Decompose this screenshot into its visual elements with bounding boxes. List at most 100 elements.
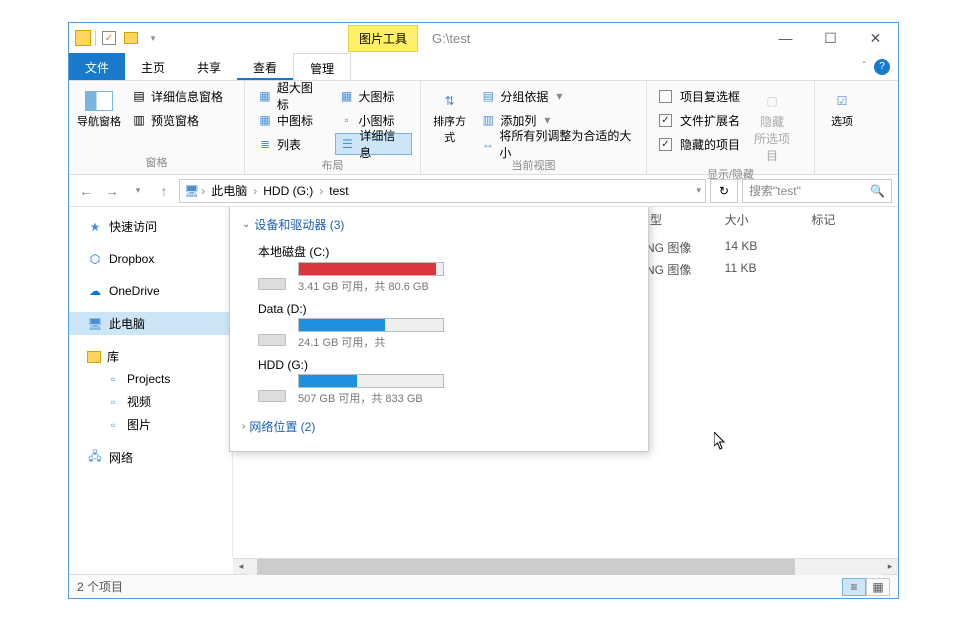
qat-dropdown[interactable]: ▾ [144,29,162,47]
file-tab[interactable]: 文件 [69,53,125,80]
extra-large-icons[interactable]: ▦超大图标 [253,85,329,107]
file-row[interactable]: PNG 图像11 KB [638,261,898,283]
file-row[interactable]: PNG 图像14 KB [638,239,898,261]
list-view[interactable]: ≣列表 [253,133,329,155]
drive-name: 本地磁盘 (C:) [258,243,444,262]
view-tab[interactable]: 查看 [237,53,293,80]
devices-section[interactable]: ⌄ 设备和驱动器 (3) [242,212,636,237]
col-tags[interactable]: 标记 [811,211,898,231]
file-type: PNG 图像 [638,239,725,261]
scroll-left[interactable]: ◂ [233,559,249,575]
nav-pane-button[interactable]: 导航窗格 [77,85,121,129]
nav-sidebar: ★快速访问 ⬡Dropbox ☁OneDrive 🖥此电脑 库 ▫Project… [69,207,233,558]
sidebar-pictures[interactable]: ▫图片 [69,413,232,436]
hide-icon: ▢ [756,89,788,113]
column-headers: 类型 大小 标记 [638,207,898,231]
home-tab[interactable]: 主页 [125,53,181,80]
forward-button[interactable]: → [101,180,123,202]
sidebar-dropbox[interactable]: ⬡Dropbox [69,248,232,270]
panes-group-label: 窗格 [77,152,236,170]
layout-group-label: 布局 [253,155,412,173]
close-button[interactable]: ✕ [853,24,898,52]
crumb-drive[interactable]: HDD (G:) [259,184,317,198]
drive-stat: 24.1 GB 可用，共 [298,332,444,350]
sidebar-projects[interactable]: ▫Projects [69,368,232,390]
options-icon: ☑ [826,89,858,113]
sidebar-network[interactable]: 🖧网络 [69,446,232,469]
sidebar-onedrive[interactable]: ☁OneDrive [69,280,232,302]
details-pane-button[interactable]: ▤详细信息窗格 [127,85,227,107]
qat-new-folder[interactable] [122,29,140,47]
item-checkboxes-toggle[interactable]: 项目复选框 [655,85,744,107]
share-tab[interactable]: 共享 [181,53,237,80]
sort-icon: ⇅ [434,89,466,113]
chevron-right-icon: › [242,421,245,432]
addressbar: ← → ▾ ↑ 🖥 › 此电脑 › HDD (G:) › test ▾ ↻ 搜索… [69,175,898,207]
contextual-tab[interactable]: 图片工具 [348,25,418,52]
columns-icon: ▥ [480,112,496,128]
horizontal-scrollbar[interactable]: ◂ ▸ [233,558,898,574]
breadcrumb[interactable]: 🖥 › 此电脑 › HDD (G:) › test ▾ [179,179,706,203]
file-size: 14 KB [725,239,812,261]
group-by-button[interactable]: ▤分组依据▾ [476,85,638,107]
minimize-button[interactable]: — [763,24,808,52]
item-count: 2 个项目 [77,578,123,595]
back-button[interactable]: ← [75,180,97,202]
col-size[interactable]: 大小 [725,211,812,231]
drive-item[interactable]: 本地磁盘 (C:)3.41 GB 可用，共 80.6 GB [258,243,444,294]
drive-item[interactable]: Data (D:) 24.1 GB 可用，共 [258,302,444,350]
statusbar: 2 个项目 ≡ ▦ [69,574,898,598]
details-view-button[interactable]: ≡ [842,578,866,596]
video-icon: ▫ [105,394,121,410]
file-ext-toggle[interactable]: ✓文件扩展名 [655,109,744,131]
size-columns-button[interactable]: ↔将所有列调整为合适的大小 [476,133,638,155]
grid-icon: ▦ [257,112,273,128]
drive-icon [258,374,290,402]
up-button[interactable]: ↑ [153,180,175,202]
thumbnails-view-button[interactable]: ▦ [866,578,890,596]
help-icon[interactable]: ? [874,59,890,75]
crumb-folder[interactable]: test [325,184,352,198]
qat-properties[interactable]: ✓ [100,29,118,47]
drives-tooltip: ⌄ 设备和驱动器 (3) 本地磁盘 (C:)3.41 GB 可用，共 80.6 … [229,207,649,452]
sidebar-this-pc[interactable]: 🖥此电脑 [69,312,232,335]
file-size: 11 KB [725,261,812,283]
search-input[interactable]: 搜索"test" 🔍 [742,179,892,203]
window-title: G:\test [432,31,470,46]
history-dropdown[interactable]: ▾ [127,180,149,202]
hide-selected-button[interactable]: ▢ 隐藏所选项目 [750,85,794,164]
drive-stat: 507 GB 可用，共 833 GB [298,388,444,406]
maximize-button[interactable]: ☐ [808,24,853,52]
large-icons[interactable]: ▦大图标 [335,85,413,107]
refresh-button[interactable]: ↻ [710,179,738,203]
network-section[interactable]: › 网络位置 (2) [242,414,636,439]
pc-icon: 🖥 [87,316,103,332]
group-icon: ▤ [480,88,496,104]
details-pane-icon: ▤ [131,88,147,104]
sidebar-videos[interactable]: ▫视频 [69,390,232,413]
hidden-items-toggle[interactable]: ✓隐藏的项目 [655,133,744,155]
col-type[interactable]: 类型 [638,211,725,231]
drive-icon [258,318,290,346]
grid-icon: ▦ [257,88,273,104]
picture-icon: ▫ [105,417,121,433]
drive-name: Data (D:) [258,302,444,318]
search-icon: 🔍 [870,184,885,198]
preview-pane-icon: ▥ [131,112,147,128]
medium-icons[interactable]: ▦中图标 [253,109,329,131]
ribbon-collapse-icon[interactable]: ˆ [863,61,866,72]
scroll-thumb[interactable] [257,559,795,575]
sort-by-button[interactable]: ⇅ 排序方式 [429,85,470,145]
preview-pane-button[interactable]: ▥预览窗格 [127,109,227,131]
ribbon: 导航窗格 ▤详细信息窗格 ▥预览窗格 窗格 ▦超大图标 ▦中图标 ≣列表 ▦大图… [69,81,898,175]
file-list-area[interactable]: 类型 大小 标记 PNG 图像14 KBPNG 图像11 KB ⌄ 设备和驱动器… [233,207,898,558]
sidebar-quick-access[interactable]: ★快速访问 [69,215,232,238]
sidebar-library[interactable]: 库 [69,345,232,368]
scroll-right[interactable]: ▸ [882,559,898,575]
crumb-this-pc[interactable]: 此电脑 [207,182,251,199]
options-button[interactable]: ☑ 选项 [823,85,861,129]
details-view[interactable]: ☰详细信息 [335,133,413,155]
drive-item[interactable]: HDD (G:)507 GB 可用，共 833 GB [258,358,444,406]
manage-tab[interactable]: 管理 [293,53,351,80]
onedrive-icon: ☁ [87,283,103,299]
